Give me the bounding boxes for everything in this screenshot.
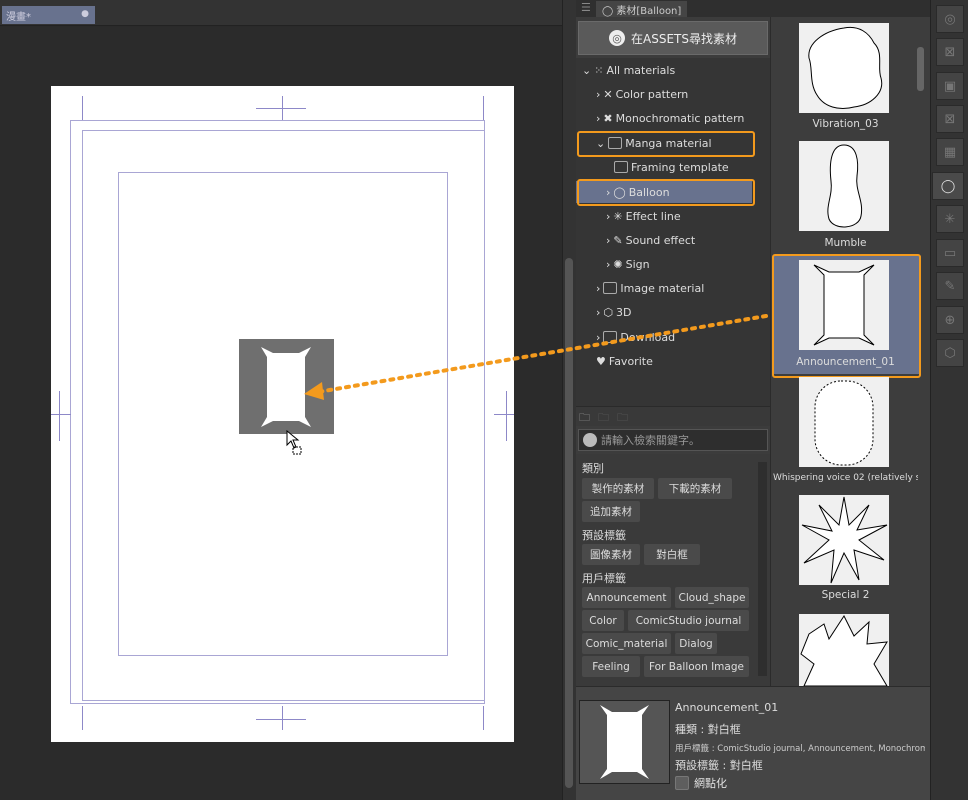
tag-button[interactable]: ComicStudio journal [628, 610, 749, 631]
thumbnail-item[interactable]: Mumble [773, 139, 918, 254]
color-pattern-icon: ✕ [603, 87, 613, 101]
tag-button[interactable]: Feeling [582, 656, 640, 677]
thumbnail-item[interactable]: Vibration_03 [773, 21, 918, 136]
search-input[interactable]: 請輸入檢索關鍵字。 [578, 429, 768, 451]
texture-folder-icon[interactable]: ▦ [936, 138, 964, 166]
tag-button[interactable]: Announcement [582, 587, 671, 608]
tag-button[interactable]: 對白框 [644, 544, 700, 565]
checkbox-box[interactable] [675, 776, 689, 790]
highlight-balloon [577, 179, 755, 206]
canvas-scrollbar-thumb[interactable] [565, 258, 573, 788]
material-tree: ⌄ ⁙ All materials › ✕ Color pattern › ✖ Monoch… [576, 58, 770, 406]
balloon-folder-icon[interactable]: ◯ [932, 172, 964, 200]
tab-close-button[interactable]: ● [81, 9, 89, 19]
thumbnail-image [799, 614, 889, 687]
dragged-balloon-preview [239, 339, 334, 434]
tree-toolbar: 🗀 🗀 🗀 [576, 406, 770, 426]
tree-item-color-pattern[interactable]: › ✕ Color pattern [596, 83, 688, 105]
manga-page[interactable] [51, 86, 514, 742]
tag-button[interactable]: 圖像素材 [582, 544, 640, 565]
3d-folder-icon[interactable]: ⬡ [936, 339, 964, 367]
tag-button[interactable]: Dialog [675, 633, 717, 654]
mono-pattern-icon: ✖ [603, 111, 613, 125]
speech-bubble-icon: ◯ [602, 6, 617, 17]
tag-button[interactable]: Comic_material [582, 633, 671, 654]
panel-icon-strip: ◎ ⊠ ▣ ⊠ ▦ ◯ ✳ ▭ ✎ ⊕ ⬡ [930, 0, 968, 800]
thumbnail-image [799, 141, 889, 231]
thumbnail-image [799, 377, 889, 467]
detail-preset-tags: 預設標籤 : 對白框 [675, 759, 763, 772]
highlight-announcement [772, 254, 921, 378]
tree-item-download[interactable]: › Download [596, 326, 675, 348]
search-assets-icon[interactable]: ◎ [936, 5, 964, 33]
mono-pattern-folder-icon[interactable]: ⊠ [936, 105, 964, 133]
tag-button[interactable]: 追加素材 [582, 501, 640, 522]
tree-item-sound-effect[interactable]: › ✎ Sound effect [606, 229, 695, 251]
new-folder-icon[interactable]: 🗀 [579, 409, 590, 428]
tree-item-framing-template[interactable]: Framing template [614, 156, 729, 178]
cube-icon: ⬡ [603, 305, 614, 319]
document-tab[interactable]: 漫畫* ● [2, 6, 95, 24]
effect-line-icon: ✳ [613, 209, 623, 223]
tag-button[interactable]: Color [582, 610, 624, 631]
tree-item-all-materials[interactable]: ⌄ ⁙ All materials [582, 59, 675, 81]
thumbnail-scrollbar-thumb[interactable] [917, 47, 924, 91]
thumbnail-item[interactable]: Special 2 [773, 493, 918, 608]
folder-icon[interactable]: ▣ [936, 72, 964, 100]
detail-name: Announcement_01 [675, 701, 779, 714]
effect-line-folder-icon[interactable]: ✳ [936, 205, 964, 233]
heart-icon: ♥ [596, 354, 606, 368]
panel-menu-icon[interactable]: ☰ [581, 1, 591, 14]
tag-button[interactable]: Cloud_shape [675, 587, 749, 608]
tag-list: 類別 製作的素材 下載的素材 追加素材 預設標籤 圖像素材 對白框 用戶標籤 A… [576, 454, 770, 686]
download-icon [603, 331, 618, 343]
user-tags-label: 用戶標籤 [582, 572, 626, 585]
panel-tab-material[interactable]: ◯ 素材[Balloon] [596, 1, 688, 17]
drag-cursor-icon [286, 429, 306, 456]
tag-button[interactable]: 下載的素材 [658, 478, 732, 499]
detail-type: 種類 : 對白框 [675, 723, 741, 736]
thumbnail-image [799, 23, 889, 113]
sound-effect-icon: ✎ [613, 233, 623, 247]
tag-button[interactable]: 製作的素材 [582, 478, 654, 499]
material-thumbnail-list: Vibration_03 Mumble Announcement_01 Whis… [770, 17, 930, 687]
tree-item-image-material[interactable]: › Image material [596, 277, 704, 299]
find-on-assets-button[interactable]: ◎ 在ASSETS尋找素材 [578, 21, 768, 55]
material-panel: ☰ ◯ 素材[Balloon] ◎ 在ASSETS尋找素材 ⌄ ⁙ All mate… [576, 0, 930, 800]
thumbnail-item[interactable]: Whispering voice 02 (relatively square) [773, 377, 918, 487]
tree-item-monochromatic-pattern[interactable]: › ✖ Monochromatic pattern [596, 107, 744, 129]
tree-item-effect-line[interactable]: › ✳ Effect line [606, 205, 681, 227]
detail-preview-image [579, 700, 670, 784]
category-label: 類別 [582, 462, 604, 475]
sign-icon: ✺ [613, 257, 623, 271]
assets-logo-icon: ◎ [609, 30, 625, 46]
detail-user-tags: 用戶標籤 : ComicStudio journal, Announcement… [675, 744, 925, 754]
tree-item-favorite[interactable]: ♥ Favorite [596, 350, 653, 372]
halftone-checkbox[interactable]: 網點化 [675, 775, 727, 791]
edit-folder-icon[interactable]: ✎ [936, 272, 964, 300]
thumbnail-item[interactable] [773, 612, 918, 687]
tree-item-sign[interactable]: › ✺ Sign [606, 253, 650, 275]
thumbnail-image [799, 495, 889, 585]
tree-item-3d[interactable]: › ⬡ 3D [596, 301, 631, 323]
grid-icon: ⁙ [594, 63, 604, 77]
panel-tab-bar: ☰ ◯ 素材[Balloon] [576, 0, 930, 17]
document-tab-title: 漫畫* [6, 12, 31, 23]
preset-tags-label: 預設標籤 [582, 529, 626, 542]
highlight-manga-material [577, 131, 755, 157]
delete-folder-icon[interactable]: 🗀 [598, 409, 609, 428]
frame-icon [614, 161, 628, 173]
download-folder-icon[interactable]: ⊕ [936, 306, 964, 334]
color-pattern-folder-icon[interactable]: ⊠ [936, 38, 964, 66]
image-icon [603, 282, 618, 294]
document-tab-bar: 漫畫* ● [0, 0, 576, 26]
search-icon [583, 433, 597, 447]
rename-folder-icon[interactable]: 🗀 [617, 409, 628, 428]
image-folder-icon[interactable]: ▭ [936, 239, 964, 267]
material-detail: Announcement_01 種類 : 對白框 用戶標籤 : ComicStu… [576, 686, 930, 800]
tag-button[interactable]: For Balloon Image [644, 656, 749, 677]
tag-list-scrollbar[interactable] [758, 462, 767, 676]
